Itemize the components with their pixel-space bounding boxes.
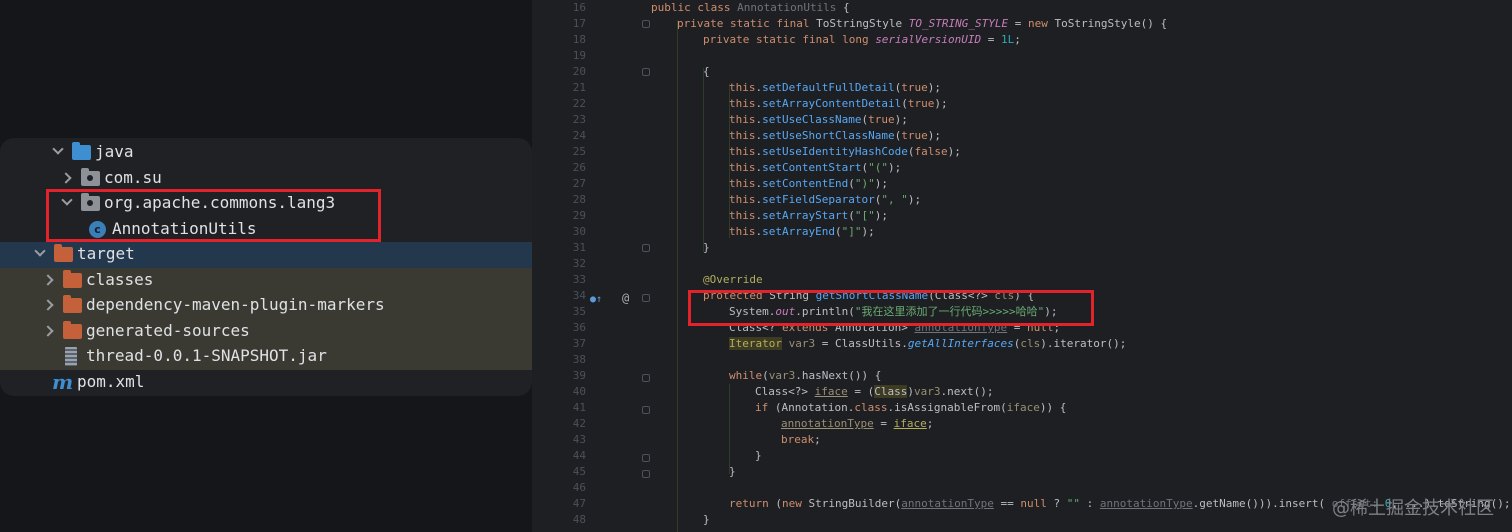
line-number: 47 xyxy=(572,497,586,510)
code-line: 28 this.setFieldSeparator(", "); xyxy=(532,192,1512,208)
code-line: 45 } xyxy=(532,464,1512,480)
code-line: 16 public class AnnotationUtils { xyxy=(532,0,1512,16)
code-line: 39 while(var3.hasNext()) { xyxy=(532,368,1512,384)
code-line: 26 this.setContentStart("("); xyxy=(532,160,1512,176)
chevron-right-icon[interactable] xyxy=(42,273,54,286)
maven-icon: m xyxy=(52,369,74,394)
code-line: 30 this.setArrayEnd("]"); xyxy=(532,224,1512,240)
line-number: 30 xyxy=(572,225,586,238)
line-number: 36 xyxy=(572,321,586,334)
tree-item-dependency-maven-plugin-markers[interactable]: dependency-maven-plugin-markers xyxy=(0,293,532,319)
tree-item-java[interactable]: java xyxy=(0,140,532,166)
line-number: 45 xyxy=(572,465,586,478)
tree-item-label: thread-0.0.1-SNAPSHOT.jar xyxy=(86,346,327,365)
line-number: 48 xyxy=(572,513,586,526)
tree-item-jar[interactable]: thread-0.0.1-SNAPSHOT.jar xyxy=(0,344,532,370)
package-icon xyxy=(81,167,100,186)
tree-item-label: dependency-maven-plugin-markers xyxy=(86,295,385,314)
chevron-down-icon[interactable] xyxy=(52,143,64,155)
chevron-down-icon[interactable] xyxy=(34,245,46,257)
code-line: 21 this.setDefaultFullDetail(true); xyxy=(532,80,1512,96)
code-line: 29 this.setArrayStart("["); xyxy=(532,208,1512,224)
tree-item-classes[interactable]: classes xyxy=(0,267,532,293)
line-number: 21 xyxy=(572,81,586,94)
code-line: 25 this.setUseIdentityHashCode(false); xyxy=(532,144,1512,160)
line-number: 35 xyxy=(572,305,586,318)
code-line: 23 this.setUseClassName(true); xyxy=(532,112,1512,128)
code-line: 38 xyxy=(532,352,1512,368)
line-number: 42 xyxy=(572,417,586,430)
code-line: 33 @Override xyxy=(532,272,1512,288)
source-folder-icon xyxy=(72,142,91,160)
code-line: 27 this.setContentEnd(")"); xyxy=(532,176,1512,192)
line-number: 46 xyxy=(572,481,586,494)
code-line: 20 { xyxy=(532,64,1512,80)
line-number: 32 xyxy=(572,257,586,270)
line-number: 24 xyxy=(572,129,586,142)
highlight-box xyxy=(46,189,381,242)
line-number: 38 xyxy=(572,353,586,366)
line-number: 23 xyxy=(572,113,586,126)
line-number: 44 xyxy=(572,449,586,462)
line-number: 18 xyxy=(572,33,586,46)
code-line: 18 private static final long serialVersi… xyxy=(532,32,1512,48)
line-number: 31 xyxy=(572,241,586,254)
code-line: 44 } xyxy=(532,448,1512,464)
line-number: 20 xyxy=(572,65,586,78)
line-number: 25 xyxy=(572,145,586,158)
line-number: 33 xyxy=(572,273,586,286)
excluded-folder-icon xyxy=(63,295,82,313)
tree-item-generated-sources[interactable]: generated-sources xyxy=(0,318,532,344)
code-line: 19 xyxy=(532,48,1512,64)
code-editor[interactable]: ●↑ @ 16 public class AnnotationUtils { 1… xyxy=(532,0,1512,532)
line-number: 39 xyxy=(572,369,586,382)
jar-file-icon xyxy=(65,347,77,366)
project-tree-panel: java com.su org.apache.commons.lang3 c A… xyxy=(0,138,532,396)
line-number: 40 xyxy=(572,385,586,398)
tree-item-label: target xyxy=(77,244,135,263)
line-number: 34 xyxy=(572,289,586,302)
excluded-folder-icon xyxy=(63,320,82,339)
line-number: 29 xyxy=(572,209,586,222)
line-number: 22 xyxy=(572,97,586,110)
tree-item-pom-xml[interactable]: m pom.xml xyxy=(0,370,532,396)
excluded-folder-icon xyxy=(54,244,73,262)
line-number: 26 xyxy=(572,161,586,174)
chevron-right-icon[interactable] xyxy=(60,171,72,184)
line-number: 17 xyxy=(572,17,586,30)
chevron-right-icon[interactable] xyxy=(42,324,54,337)
line-number: 43 xyxy=(572,433,586,446)
code-line: 17 private static final ToStringStyle TO… xyxy=(532,16,1512,32)
code-line: 32 xyxy=(532,256,1512,272)
code-line: 24 this.setUseShortClassName(true); xyxy=(532,128,1512,144)
excluded-folder-icon xyxy=(63,269,82,288)
code-line: 37 Iterator var3 = ClassUtils.getAllInte… xyxy=(532,336,1512,352)
chevron-right-icon[interactable] xyxy=(42,299,54,311)
line-number: 27 xyxy=(572,177,586,190)
code-line: 22 this.setArrayContentDetail(true); xyxy=(532,96,1512,112)
line-number: 37 xyxy=(572,337,586,350)
tree-item-label: java xyxy=(95,142,134,161)
tree-item-target[interactable]: target xyxy=(0,242,532,268)
line-number: 19 xyxy=(572,49,586,62)
code-line: 41 if (Annotation.class.isAssignableFrom… xyxy=(532,400,1512,416)
tree-item-label: com.su xyxy=(104,167,162,187)
line-number: 16 xyxy=(572,1,586,14)
code-line: 31 } xyxy=(532,240,1512,256)
tree-item-label: classes xyxy=(86,269,154,289)
watermark: @稀土掘金技术社区 xyxy=(1332,498,1494,519)
tree-item-com-su[interactable]: com.su xyxy=(0,166,532,192)
line-number: 41 xyxy=(572,401,586,414)
code-line: 42 annotationType = iface; xyxy=(532,416,1512,432)
code-line: 43 break; xyxy=(532,432,1512,448)
line-number: 28 xyxy=(572,193,586,206)
code-line: 40 Class<?> iface = (Class)var3.next(); xyxy=(532,384,1512,400)
highlight-box xyxy=(688,290,1094,326)
tree-item-label: pom.xml xyxy=(77,371,145,391)
tree-item-label: generated-sources xyxy=(86,320,250,340)
